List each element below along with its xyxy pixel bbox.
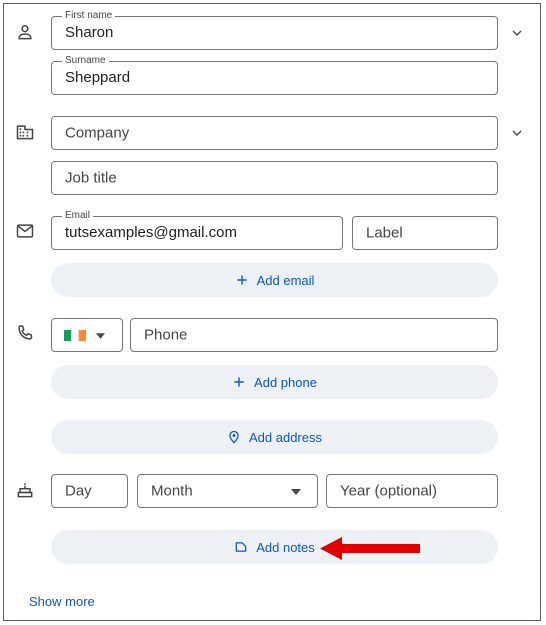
surname-field[interactable]: Surname Sheppard [51, 55, 498, 95]
cake-icon [17, 482, 33, 498]
phone-icon [18, 325, 33, 340]
person-icon [18, 25, 32, 40]
add-notes-label: Add notes [256, 539, 315, 555]
first-name-value: Sharon [65, 24, 114, 41]
email-label: Email [62, 210, 94, 222]
month-placeholder: Month [151, 482, 193, 500]
add-notes-button[interactable]: Add notes [51, 530, 498, 564]
phone-field[interactable]: Phone [130, 318, 498, 352]
first-name-label: First name [62, 10, 116, 22]
phone-placeholder: Phone [144, 326, 188, 344]
surname-label: Surname [62, 55, 109, 67]
email-icon [16, 224, 34, 238]
job-title-field[interactable]: Job title [51, 161, 498, 195]
show-more-link[interactable]: Show more [29, 594, 95, 609]
year-placeholder: Year (optional) [340, 482, 438, 500]
company-icon [16, 125, 34, 140]
birthday-day-field[interactable]: Day [51, 474, 128, 508]
email-value: tutsexamples@gmail.com [65, 224, 237, 241]
surname-value: Sheppard [65, 69, 131, 86]
note-icon [235, 542, 247, 552]
add-address-button[interactable]: Add address [51, 420, 498, 454]
company-field[interactable]: Company [51, 116, 498, 150]
birthday-year-field[interactable]: Year (optional) [326, 474, 498, 508]
dropdown-arrow-icon [291, 489, 301, 495]
chevron-down-icon[interactable] [509, 125, 525, 141]
add-address-label: Add address [249, 429, 322, 445]
contact-form-panel [3, 3, 541, 621]
email-label-placeholder: Label [366, 224, 403, 242]
add-email-label: Add email [256, 272, 315, 288]
plus-icon [236, 275, 247, 285]
dropdown-arrow-icon [96, 333, 105, 339]
job-title-placeholder: Job title [65, 169, 117, 187]
company-placeholder: Company [65, 124, 130, 142]
email-field[interactable]: Email tutsexamples@gmail.com [51, 210, 343, 250]
ireland-flag-icon [64, 330, 86, 341]
plus-icon [234, 377, 244, 387]
chevron-down-icon[interactable] [509, 25, 525, 41]
red-arrow-annotation [320, 537, 420, 560]
location-pin-icon [229, 430, 239, 444]
country-select[interactable] [51, 318, 123, 352]
email-label-field[interactable]: Label [352, 216, 498, 250]
birthday-month-select[interactable]: Month [137, 474, 318, 508]
add-phone-label: Add phone [254, 374, 317, 390]
add-email-button[interactable]: Add email [51, 263, 498, 297]
day-placeholder: Day [65, 482, 92, 500]
first-name-field[interactable]: First name Sharon [51, 10, 498, 50]
add-phone-button[interactable]: Add phone [51, 365, 498, 399]
